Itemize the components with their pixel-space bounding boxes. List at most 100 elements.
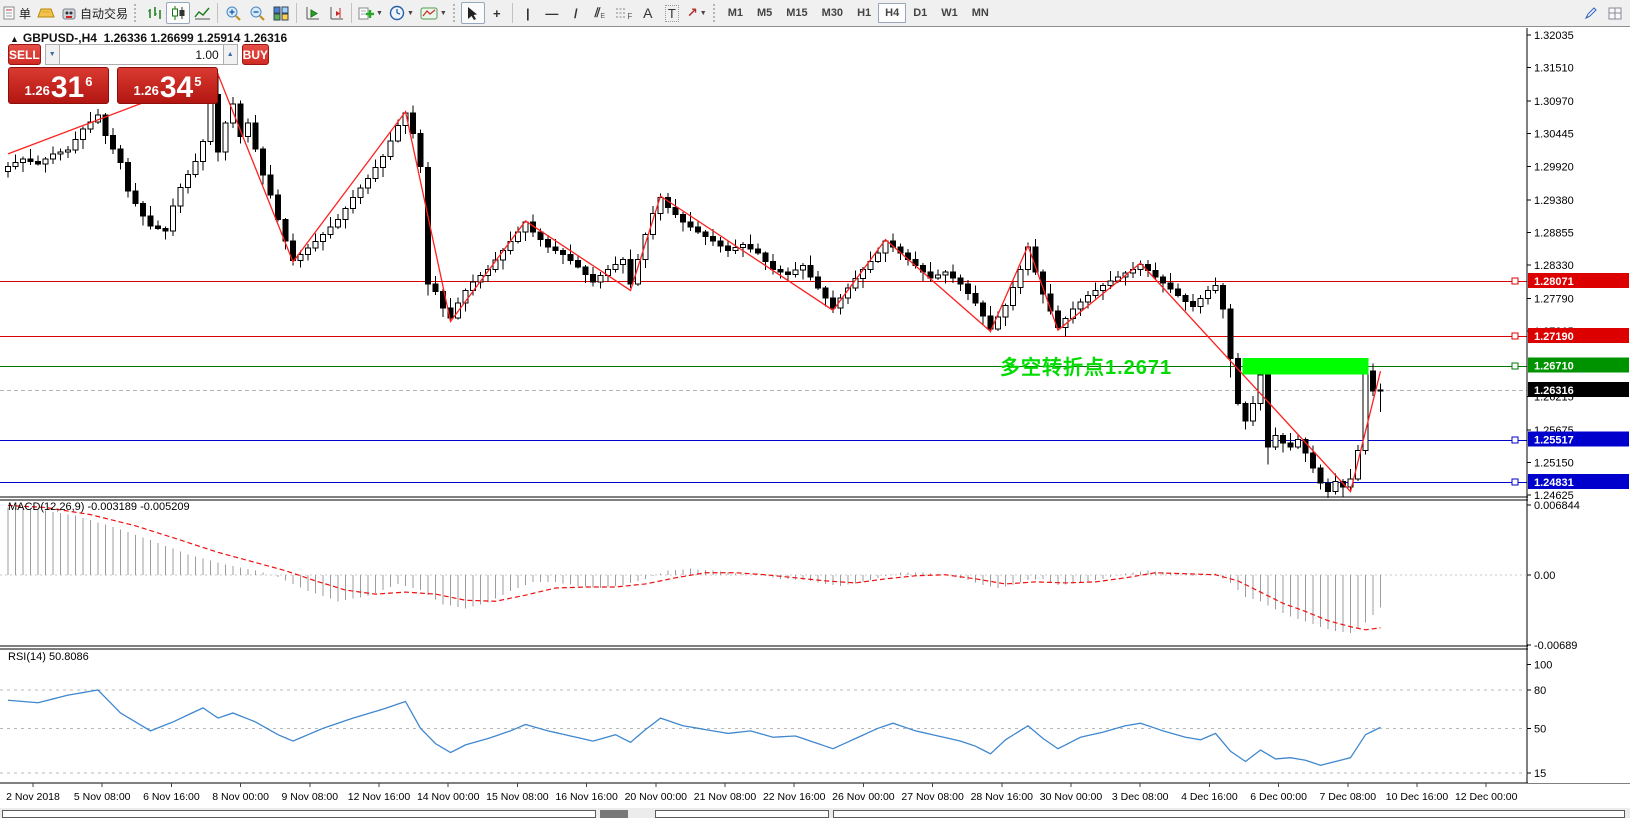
vertical-line-icon: | [526,6,530,21]
timeframe-button-h1[interactable]: H1 [850,3,878,23]
edit-button[interactable] [1579,2,1603,24]
buy-price-box[interactable]: 1.26 34 5 [117,67,218,104]
time-tick-label: 20 Nov 00:00 [625,791,688,803]
time-tick-label: 14 Nov 00:00 [417,791,480,803]
sell-price-box[interactable]: 1.26 31 6 [8,67,109,104]
arrows-tool-button[interactable]: ↗▼ [684,2,710,24]
pivot-annotation-text[interactable]: 多空转折点1.2671 [1000,351,1172,380]
dropdown-caret-icon: ▼ [407,10,414,17]
text-tool-button[interactable]: A [636,2,660,24]
buy-button[interactable]: BUY [242,44,269,65]
toolbar: 单 自动交易 [0,0,1630,27]
chart-tab-active-edge[interactable] [600,810,628,818]
candlestick-chart-button[interactable] [166,2,190,24]
price-tick-label: 1.29920 [1534,161,1574,173]
trendline-tool-button[interactable]: / [564,2,588,24]
vertical-line-tool-button[interactable]: | [516,2,540,24]
macd-tick-label: -0.00689 [1534,640,1577,652]
zigzag-indicator-line[interactable] [8,74,1381,491]
periods-button[interactable]: ▼ [386,2,417,24]
time-tick-label: 16 Nov 16:00 [555,791,618,803]
new-chart-button[interactable]: ▼ [355,2,386,24]
macd-pane: 0.0068440.00-0.00689 [0,500,1580,652]
rsi-tick-label: 15 [1534,768,1546,780]
price-badge-1.27190: 1.27190 [1528,328,1629,343]
pivot-highlight-box[interactable] [1243,358,1369,374]
tile-windows-icon [273,6,289,21]
layout-button[interactable] [1603,2,1627,24]
price-badge-1.26316: 1.26316 [1528,382,1629,397]
chart-tab[interactable] [655,810,829,818]
gold-button[interactable] [34,2,58,24]
collapse-icon[interactable]: ▲ [10,34,19,44]
horizontal-line-icon: — [545,6,558,21]
toolbar-handle[interactable] [453,4,458,22]
price-badge-1.26710: 1.26710 [1528,358,1629,373]
horizontal-level-lines[interactable] [0,278,1527,485]
zoom-in-button[interactable] [221,2,245,24]
bar-chart-button[interactable] [142,2,166,24]
crosshair-tool-button[interactable]: + [485,2,509,24]
channel-tool-button[interactable]: ⫽E [588,2,612,24]
toolbar-handle[interactable] [713,4,718,22]
auto-scroll-button[interactable] [300,2,324,24]
timeframe-button-d1[interactable]: D1 [906,3,934,23]
toolbar-separator [296,3,297,23]
price-badge-1.28071: 1.28071 [1528,273,1629,288]
rsi-tick-label: 80 [1534,685,1546,697]
timeframe-button-m15[interactable]: M15 [779,3,814,23]
label-tool-button[interactable]: T [660,2,684,24]
price-badge-1.24831: 1.24831 [1528,474,1629,489]
toolbar-right-group [1579,2,1627,24]
svg-text:1.26710: 1.26710 [1534,361,1574,373]
chart-tab[interactable] [833,810,1625,818]
level-handle-icon[interactable] [1512,333,1518,339]
fibonacci-tool-button[interactable]: F [612,2,636,24]
chart-tab[interactable] [2,810,596,818]
timeframe-button-m1[interactable]: M1 [721,3,750,23]
time-axis[interactable]: 2 Nov 20185 Nov 08:006 Nov 16:008 Nov 00… [6,783,1517,803]
level-handle-icon[interactable] [1512,363,1518,369]
zoom-out-button[interactable] [245,2,269,24]
timeframe-button-m30[interactable]: M30 [815,3,850,23]
candlestick-icon [170,5,186,21]
indicators-button[interactable]: ▼ [417,2,450,24]
rsi-label: RSI(14) 50.8086 [8,651,89,663]
channel-sub-label: E [600,13,605,20]
line-chart-button[interactable] [190,2,214,24]
autotrading-label: 自动交易 [80,5,128,22]
fibonacci-label: F [627,12,632,21]
volume-decrease-button[interactable]: ▼ [45,44,60,65]
timeframe-button-w1[interactable]: W1 [934,3,965,23]
price-tick-label: 1.29380 [1534,195,1574,207]
tile-windows-button[interactable] [269,2,293,24]
timeframe-button-m5[interactable]: M5 [750,3,779,23]
new-order-button[interactable]: 单 [0,2,34,24]
chart-shift-button[interactable] [324,2,348,24]
price-badge-1.25517: 1.25517 [1528,432,1629,447]
sell-price-main: 31 [51,75,84,101]
level-handle-icon[interactable] [1512,278,1518,284]
horizontal-line-tool-button[interactable]: — [540,2,564,24]
level-handle-icon[interactable] [1512,479,1518,485]
one-click-trading-panel: SELL ▼ ▲ BUY 1.26 31 6 1.26 34 5 [8,44,218,104]
toolbar-handle[interactable] [134,4,139,22]
autotrading-button[interactable]: 自动交易 [58,2,131,24]
auto-scroll-icon [304,6,321,21]
timeframe-button-h4[interactable]: H4 [878,3,906,23]
time-tick-label: 22 Nov 16:00 [763,791,826,803]
volume-increase-button[interactable]: ▲ [223,44,238,65]
crosshair-icon: + [493,6,501,21]
time-tick-label: 12 Nov 16:00 [348,791,411,803]
cursor-tool-button[interactable] [461,2,485,24]
volume-input[interactable] [60,44,223,65]
line-chart-icon [194,6,211,21]
timeframe-button-mn[interactable]: MN [965,3,996,23]
time-tick-label: 3 Dec 08:00 [1112,791,1169,803]
level-handle-icon[interactable] [1512,437,1518,443]
clock-icon [389,5,405,21]
sell-button[interactable]: SELL [8,44,41,65]
time-tick-label: 6 Nov 16:00 [143,791,200,803]
svg-text:1.28071: 1.28071 [1534,276,1574,288]
robot-icon [61,6,77,21]
